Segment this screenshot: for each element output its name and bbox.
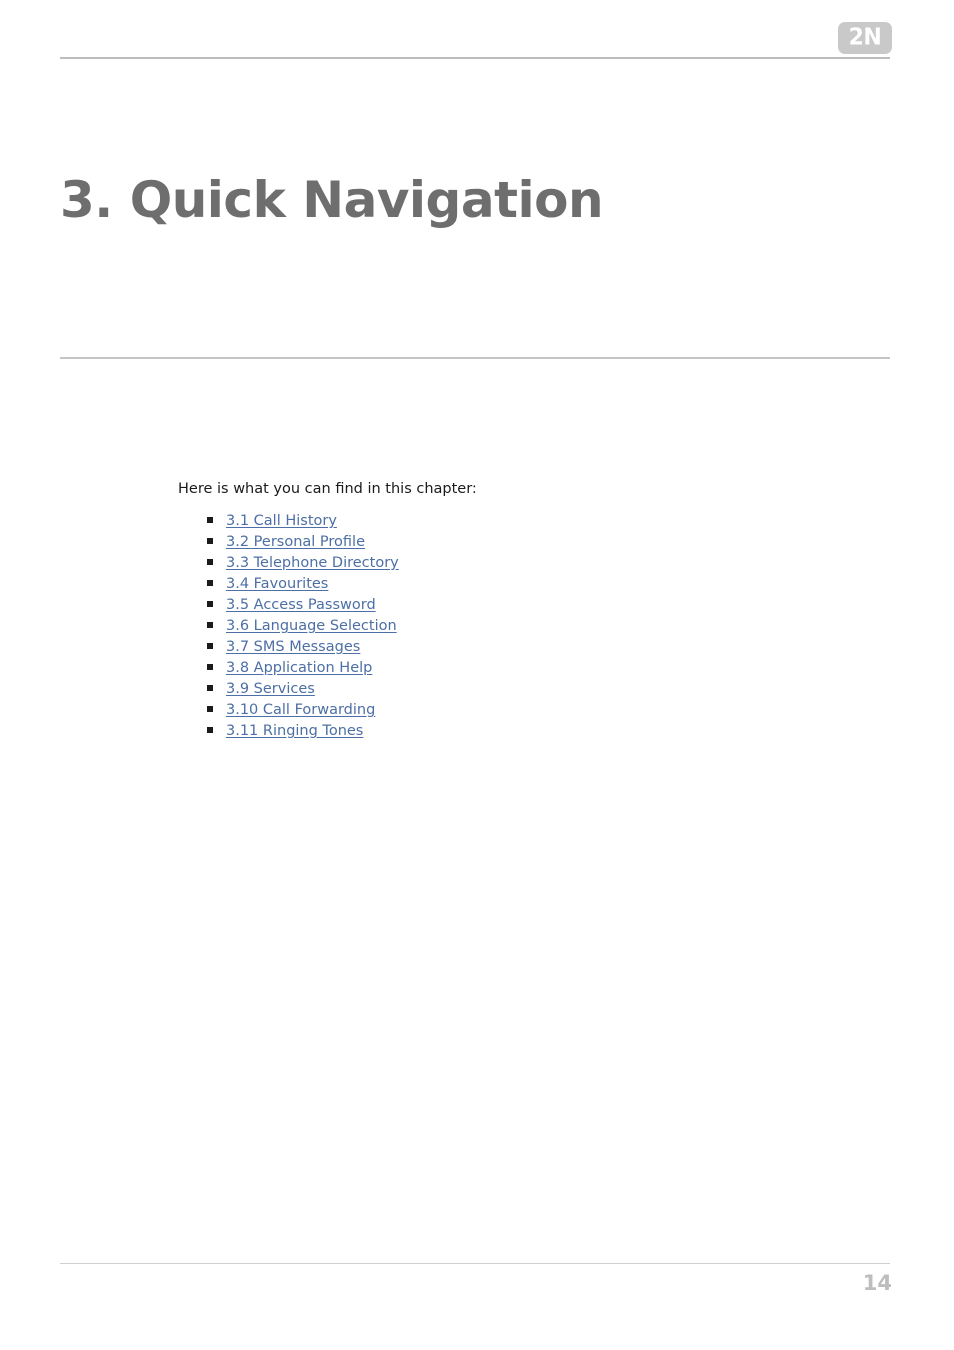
toc-link-3-1[interactable]: 3.1 Call History <box>226 513 337 529</box>
header-divider <box>60 57 890 59</box>
bullet-square-icon <box>207 517 213 524</box>
toc-link-3-9[interactable]: 3.9 Services <box>226 681 315 697</box>
document-page: 2N 3. Quick Navigation Here is what you … <box>0 0 954 1350</box>
list-item: 3.7 SMS Messages <box>178 635 878 656</box>
bullet-square-icon <box>207 559 213 566</box>
page-title: 3. Quick Navigation <box>60 171 604 229</box>
toc-link-3-11[interactable]: 3.11 Ringing Tones <box>226 723 363 739</box>
toc-link-3-3[interactable]: 3.3 Telephone Directory <box>226 555 399 571</box>
bullet-square-icon <box>207 664 213 671</box>
list-item: 3.11 Ringing Tones <box>178 719 878 740</box>
list-item: 3.9 Services <box>178 677 878 698</box>
bullet-square-icon <box>207 538 213 545</box>
toc-link-3-4[interactable]: 3.4 Favourites <box>226 576 328 592</box>
bullet-square-icon <box>207 706 213 713</box>
bullet-square-icon <box>207 727 213 734</box>
toc-link-3-6[interactable]: 3.6 Language Selection <box>226 618 397 634</box>
chapter-content: Here is what you can find in this chapte… <box>178 479 878 740</box>
intro-text: Here is what you can find in this chapte… <box>178 481 477 497</box>
page-header: 2N <box>0 0 954 60</box>
list-item: 3.2 Personal Profile <box>178 530 878 551</box>
bullet-square-icon <box>207 622 213 629</box>
list-item: 3.10 Call Forwarding <box>178 698 878 719</box>
toc-link-3-8[interactable]: 3.8 Application Help <box>226 660 372 676</box>
list-item: 3.4 Favourites <box>178 572 878 593</box>
chapter-toc-list: 3.1 Call History 3.2 Personal Profile 3.… <box>178 509 878 740</box>
list-item: 3.5 Access Password <box>178 593 878 614</box>
brand-logo-text: 2N <box>848 24 882 51</box>
brand-logo-2n: 2N <box>838 22 892 54</box>
list-item: 3.3 Telephone Directory <box>178 551 878 572</box>
title-divider <box>60 357 890 359</box>
bullet-square-icon <box>207 685 213 692</box>
bullet-square-icon <box>207 643 213 650</box>
bullet-square-icon <box>207 580 213 587</box>
list-item: 3.8 Application Help <box>178 656 878 677</box>
footer-divider <box>60 1263 890 1264</box>
list-item: 3.6 Language Selection <box>178 614 878 635</box>
bullet-square-icon <box>207 601 213 608</box>
toc-link-3-5[interactable]: 3.5 Access Password <box>226 597 376 613</box>
toc-link-3-7[interactable]: 3.7 SMS Messages <box>226 639 360 655</box>
list-item: 3.1 Call History <box>178 509 878 530</box>
page-number: 14 <box>862 1271 892 1295</box>
toc-link-3-10[interactable]: 3.10 Call Forwarding <box>226 702 375 718</box>
toc-link-3-2[interactable]: 3.2 Personal Profile <box>226 534 365 550</box>
